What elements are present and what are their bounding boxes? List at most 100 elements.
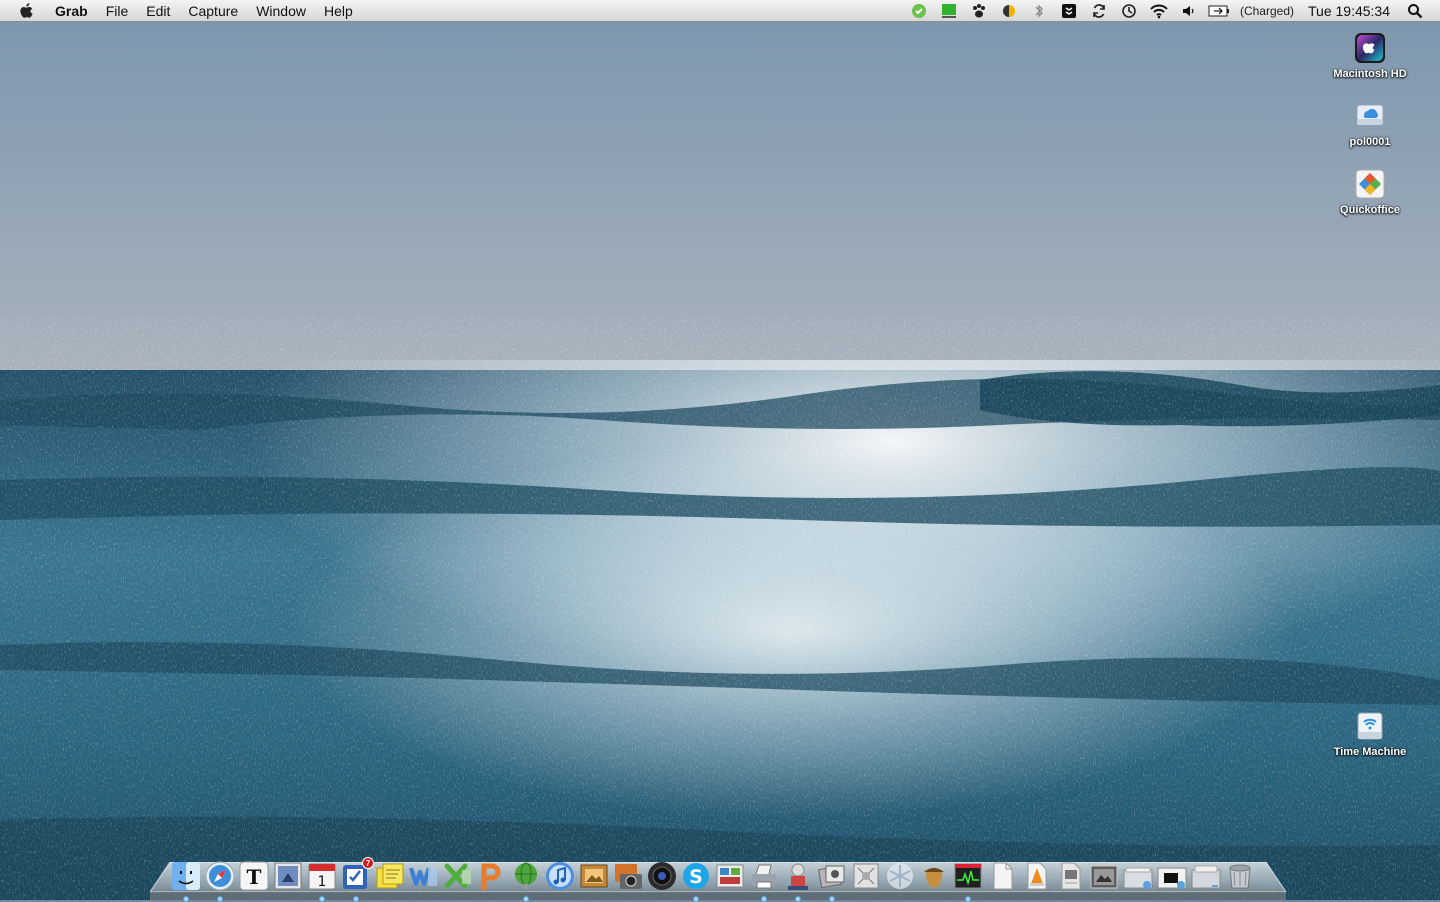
menu-edit[interactable]: Edit bbox=[137, 0, 179, 22]
stickies-icon bbox=[376, 863, 404, 889]
dock-item-movie-folder[interactable] bbox=[1088, 860, 1120, 892]
moon-icon[interactable] bbox=[998, 0, 1020, 22]
skype-icon: S bbox=[683, 863, 709, 889]
dock-item-documents-stack[interactable] bbox=[1190, 860, 1222, 892]
running-indicator bbox=[183, 896, 189, 902]
time-machine-drive-icon bbox=[1352, 708, 1388, 744]
safari-icon bbox=[205, 861, 235, 891]
menu-file[interactable]: File bbox=[97, 0, 138, 22]
dock-item-finder[interactable] bbox=[170, 860, 202, 902]
dock-item-word[interactable] bbox=[408, 860, 440, 892]
menu-bar: Grab File Edit Capture Window Help (Char… bbox=[0, 0, 1440, 22]
dock-item-ical[interactable]: 1 bbox=[306, 860, 338, 902]
time-machine-clock-icon[interactable] bbox=[1118, 0, 1140, 22]
photo-camera-icon bbox=[615, 864, 642, 889]
desktop-icon-label: Time Machine bbox=[1333, 746, 1407, 758]
screen-stack-icon bbox=[1157, 867, 1187, 889]
dock-item-vlc[interactable] bbox=[1020, 860, 1052, 892]
dock-item-iphoto-frame[interactable] bbox=[578, 860, 610, 892]
running-indicator bbox=[761, 896, 767, 902]
word-icon bbox=[409, 867, 437, 886]
running-indicator bbox=[829, 896, 835, 902]
dock-item-snow[interactable] bbox=[884, 860, 916, 892]
desktop-icon-time-machine[interactable]: Time Machine bbox=[1322, 708, 1418, 758]
sync-icon[interactable] bbox=[1088, 0, 1110, 22]
wifi-icon[interactable] bbox=[1148, 0, 1170, 22]
dock-item-things[interactable]: 7 bbox=[340, 857, 374, 902]
running-indicator bbox=[353, 896, 359, 902]
dock-item-preview[interactable] bbox=[272, 860, 304, 892]
dock: T 1 7 S bbox=[170, 852, 1270, 902]
script-icon bbox=[853, 863, 879, 889]
battery-icon[interactable] bbox=[1208, 0, 1230, 22]
trash-icon bbox=[1229, 864, 1251, 889]
finder-icon bbox=[172, 862, 200, 890]
dock-item-pdf[interactable] bbox=[1054, 860, 1086, 892]
excel-icon bbox=[444, 863, 471, 889]
dock-item-excel[interactable] bbox=[442, 860, 474, 892]
dock-item-document[interactable] bbox=[986, 860, 1018, 892]
dock-item-skype[interactable]: S bbox=[680, 860, 712, 902]
document-icon bbox=[993, 862, 1013, 890]
dock-item-nytimes[interactable]: T bbox=[238, 860, 270, 892]
dock-item-photo-booth[interactable] bbox=[714, 860, 746, 892]
menu-help[interactable]: Help bbox=[315, 0, 362, 22]
acorn-icon bbox=[924, 868, 944, 888]
powerpoint-icon bbox=[481, 863, 501, 891]
menu-window[interactable]: Window bbox=[247, 0, 315, 22]
desktop-icon-label: pol0001 bbox=[1349, 136, 1391, 148]
vlc-cone-icon bbox=[1027, 862, 1047, 890]
running-indicator bbox=[319, 896, 325, 902]
status-area: (Charged) Tue 19:45:34 bbox=[904, 0, 1440, 22]
dock-item-acorn[interactable] bbox=[918, 860, 950, 892]
svg-text:T: T bbox=[247, 865, 262, 889]
running-indicator bbox=[217, 896, 223, 902]
dock-item-trash[interactable] bbox=[1224, 860, 1256, 892]
photo-frame-icon bbox=[580, 864, 608, 888]
dropbox-icon[interactable] bbox=[1058, 0, 1080, 22]
robot-icon bbox=[788, 863, 808, 890]
dock-item-screen-stack[interactable] bbox=[1156, 860, 1188, 892]
spotlight-search-icon[interactable] bbox=[1404, 0, 1426, 22]
calendar-day-number: 1 bbox=[318, 874, 327, 890]
volume-icon[interactable] bbox=[1178, 0, 1200, 22]
dock-item-network-globe[interactable] bbox=[510, 860, 542, 902]
menubar-clock[interactable]: Tue 19:45:34 bbox=[1300, 3, 1400, 19]
menu-app-grab[interactable]: Grab bbox=[46, 0, 97, 22]
dock-item-stickies[interactable] bbox=[374, 860, 406, 892]
dock-item-downloads-stack[interactable] bbox=[1122, 860, 1154, 892]
dock-item-activity-monitor[interactable] bbox=[952, 860, 984, 902]
dock-item-robot[interactable] bbox=[782, 860, 814, 902]
dock-item-script-editor[interactable] bbox=[850, 860, 882, 892]
dock-item-aperture[interactable] bbox=[646, 860, 678, 892]
hard-drive-icon bbox=[1352, 30, 1388, 66]
desktop-icon-label: Macintosh HD bbox=[1333, 68, 1407, 80]
bluetooth-icon[interactable] bbox=[1028, 0, 1050, 22]
dock-item-safari[interactable] bbox=[204, 860, 236, 902]
green-monitor-icon[interactable] bbox=[938, 0, 960, 22]
dock-item-printer[interactable] bbox=[748, 860, 780, 902]
itunes-icon bbox=[546, 862, 574, 890]
desktop-icon-macintosh-hd[interactable]: Macintosh HD bbox=[1322, 30, 1418, 80]
apple-menu-icon[interactable] bbox=[16, 0, 38, 22]
dock-item-itunes[interactable] bbox=[544, 860, 576, 892]
movie-thumbnail-icon bbox=[1090, 865, 1118, 889]
quickoffice-icon bbox=[1352, 166, 1388, 202]
running-indicator bbox=[795, 896, 801, 902]
activity-monitor-icon bbox=[954, 863, 982, 889]
paw-icon[interactable] bbox=[968, 0, 990, 22]
photos-icon bbox=[818, 865, 845, 889]
dock-item-photos[interactable] bbox=[816, 860, 848, 902]
network-drive-icon bbox=[1352, 98, 1388, 134]
desktop-icon-pol0001[interactable]: pol0001 bbox=[1322, 98, 1418, 148]
menu-capture[interactable]: Capture bbox=[179, 0, 247, 22]
lens-icon bbox=[648, 862, 676, 890]
snowflake-icon bbox=[887, 863, 913, 889]
dock-item-iphoto-camera[interactable] bbox=[612, 860, 644, 892]
dock-item-powerpoint[interactable] bbox=[476, 860, 508, 892]
desktop-icon-quickoffice[interactable]: Quickoffice bbox=[1322, 166, 1418, 216]
photo-booth-icon bbox=[716, 864, 744, 888]
battery-status-text[interactable]: (Charged) bbox=[1234, 4, 1300, 18]
preview-icon bbox=[274, 862, 302, 890]
evernote-icon[interactable] bbox=[908, 0, 930, 22]
